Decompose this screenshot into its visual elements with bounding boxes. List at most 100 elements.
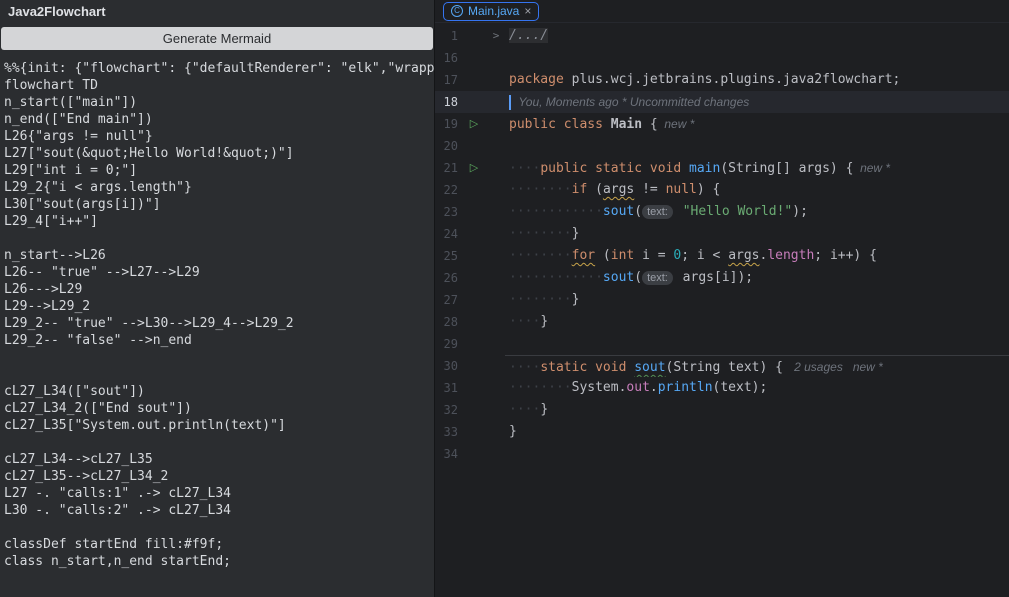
fold-gutter — [487, 113, 505, 135]
token: println — [657, 380, 713, 395]
fold-gutter — [487, 245, 505, 267]
fold-gutter — [487, 47, 505, 69]
line-number: 34 — [443, 447, 458, 461]
token: length — [767, 248, 815, 263]
gutter-space — [461, 443, 487, 465]
token: package — [509, 72, 564, 87]
code-line: 34 — [435, 443, 1009, 465]
token: "Hello World!" — [682, 204, 793, 219]
token: ( — [587, 182, 603, 197]
fold-gutter — [487, 135, 505, 157]
token: args[i]); — [674, 270, 754, 285]
code-line: 27 ········} — [435, 289, 1009, 311]
token: . — [649, 380, 658, 395]
gutter-space — [461, 245, 487, 267]
code-text: ····static void sout(String text) { 2 us… — [505, 355, 1009, 377]
fold-gutter — [487, 179, 505, 201]
token: sout — [602, 270, 635, 285]
code-text: ····public static void main(String[] arg… — [505, 157, 1009, 179]
code-text: ········} — [505, 289, 1009, 311]
code-line: 20 — [435, 135, 1009, 157]
gutter-space — [461, 311, 487, 333]
gutter-space — [461, 47, 487, 69]
token: Main — [610, 117, 643, 132]
code-line: 1 > /.../ — [435, 25, 1009, 47]
line-number: 17 — [443, 73, 458, 87]
code-line: 32 ····} — [435, 399, 1009, 421]
fold-gutter — [487, 355, 505, 377]
token: ( — [595, 248, 611, 263]
token: } — [509, 424, 517, 439]
fold-gutter — [487, 201, 505, 223]
code-text: ············sout(text: args[i]); — [505, 267, 1009, 289]
token: main — [689, 161, 721, 176]
token: != — [634, 182, 666, 197]
fold-chevron-icon[interactable]: > — [487, 25, 505, 47]
folded-region: /.../ — [509, 28, 549, 43]
code-line: 33} — [435, 421, 1009, 443]
line-number: 26 — [443, 271, 458, 285]
inlay-hint: 2 usages new * — [790, 360, 883, 374]
code-line: 17 package plus.wcj.jetbrains.plugins.jav… — [435, 69, 1009, 91]
run-icon[interactable]: ▷ — [461, 113, 487, 135]
token: System. — [571, 380, 627, 395]
gutter-space — [461, 91, 487, 113]
code-line: 26 ············sout(text: args[i]); — [435, 267, 1009, 289]
token: sout — [602, 204, 635, 219]
code-text: ········if (args != null) { — [505, 179, 1009, 201]
token: args — [602, 182, 635, 197]
editor-tab-bar: C Main.java × — [435, 0, 1009, 23]
fold-gutter — [487, 69, 505, 91]
gutter-space — [461, 201, 487, 223]
code-text: } — [505, 421, 1009, 443]
token: if — [571, 182, 588, 197]
fold-gutter — [487, 333, 505, 355]
generate-mermaid-button[interactable]: Generate Mermaid — [1, 27, 433, 50]
token: ; i++) { — [814, 248, 877, 263]
token: int — [610, 248, 635, 263]
code-text: ········} — [505, 223, 1009, 245]
token: (String text) { — [665, 360, 791, 375]
token: ( — [634, 270, 643, 285]
code-text: You, Moments ago * Uncommitted changes — [505, 91, 1009, 113]
line-number: 1 — [450, 29, 458, 43]
code-lines: 1 > /.../ 16 17 package plus.wcj.jetbrains.pl… — [435, 25, 1009, 465]
code-line: 16 — [435, 47, 1009, 69]
code-text: ············sout(text: "Hello World!"); — [505, 201, 1009, 223]
tab-main-java[interactable]: C Main.java × — [443, 1, 540, 21]
code-line: 18 You, Moments ago * Uncommitted change… — [435, 91, 1009, 113]
code-line: 24 ········} — [435, 223, 1009, 245]
run-icon[interactable]: ▷ — [461, 157, 487, 179]
token: i = — [634, 248, 674, 263]
parameter-hint: text: — [642, 205, 673, 219]
line-number: 25 — [443, 249, 458, 263]
token: ; i < — [681, 248, 729, 263]
inlay-hint: new * — [657, 117, 695, 131]
close-icon[interactable]: × — [524, 5, 531, 17]
token: } — [571, 226, 580, 241]
mermaid-source-editor[interactable]: %%{init: {"flowchart": {"defaultRenderer… — [0, 52, 434, 597]
token: ········ — [509, 292, 572, 307]
token: ( — [634, 204, 643, 219]
line-number: 20 — [443, 139, 458, 153]
code-text: ········System.out.println(text); — [505, 377, 1009, 399]
line-number: 33 — [443, 425, 458, 439]
code-editor[interactable]: 1 > /.../ 16 17 package plus.wcj.jetbrains.pl… — [435, 23, 1009, 597]
line-number: 18 — [443, 95, 458, 109]
inlay-hint: You, Moments ago * Uncommitted changes — [512, 95, 750, 109]
token: ···· — [509, 161, 541, 176]
line-number: 30 — [443, 359, 458, 373]
line-number: 19 — [443, 117, 458, 131]
token: ···· — [509, 360, 541, 375]
gutter-space — [461, 69, 487, 91]
token: ············ — [509, 270, 603, 285]
editor-pane: C Main.java × 1 > /.../ 16 17 package plus.wc… — [435, 0, 1009, 597]
code-line: 29 — [435, 333, 1009, 355]
parameter-hint: text: — [642, 271, 673, 285]
fold-gutter — [487, 157, 505, 179]
code-line: 23 ············sout(text: "Hello World!")… — [435, 201, 1009, 223]
